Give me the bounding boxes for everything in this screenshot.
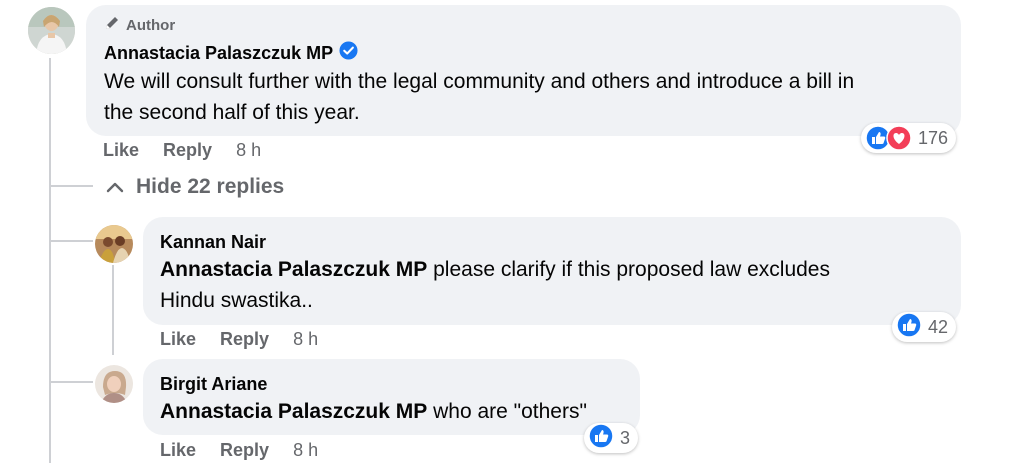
- thread-connector-reply-2: [51, 381, 93, 383]
- love-reaction-icon: [886, 125, 912, 151]
- reply-text-line-1: Annastacia Palaszczuk MP who are "others…: [160, 396, 587, 427]
- reply-text: please clarify if this proposed law excl…: [427, 258, 830, 281]
- reply-button[interactable]: Reply: [163, 140, 212, 161]
- like-button[interactable]: Like: [160, 440, 196, 461]
- thread-connector-reply-1: [51, 240, 93, 242]
- reply-button[interactable]: Reply: [220, 440, 269, 461]
- reply-button[interactable]: Reply: [220, 329, 269, 350]
- like-reaction-icon: [896, 311, 922, 343]
- author-badge: Author: [104, 15, 175, 35]
- hide-replies-label: Hide 22 replies: [136, 175, 285, 198]
- reaction-count: 42: [928, 316, 949, 337]
- chevron-up-icon: [106, 175, 124, 199]
- reaction-summary[interactable]: 176: [861, 123, 957, 153]
- comment-text-line-2: the second half of this year.: [104, 101, 360, 124]
- hide-replies-button[interactable]: Hide 22 replies: [106, 175, 284, 199]
- comment-text-line-1: We will consult further with the legal c…: [104, 70, 855, 93]
- reply-text-line-1: Annastacia Palaszczuk MP please clarify …: [160, 254, 830, 285]
- reply-author-name[interactable]: Kannan Nair: [160, 231, 266, 253]
- mention-link[interactable]: Annastacia Palaszczuk MP: [160, 400, 427, 423]
- reply-bubble: Birgit Ariane Annastacia Palaszczuk MP w…: [143, 359, 640, 435]
- reply-bubble: Kannan Nair Annastacia Palaszczuk MP ple…: [143, 217, 961, 325]
- reply-avatar-birgit[interactable]: [95, 365, 133, 403]
- like-reaction-icon: [588, 422, 614, 454]
- thread-line-reply-1: [112, 265, 114, 355]
- comment-author-name[interactable]: Annastacia Palaszczuk MP: [104, 42, 333, 64]
- reply-text: who are "others": [427, 400, 587, 423]
- like-button[interactable]: Like: [103, 140, 139, 161]
- like-button[interactable]: Like: [160, 329, 196, 350]
- thread-line-main: [49, 58, 51, 463]
- thread-connector-toggle: [51, 185, 93, 187]
- pencil-icon: [104, 15, 120, 35]
- reaction-count: 3: [620, 427, 631, 448]
- reply-actions: Like Reply 8 h: [160, 329, 318, 350]
- author-comment-bubble: Author Annastacia Palaszczuk MP We will …: [86, 5, 961, 136]
- comment-timestamp[interactable]: 8 h: [236, 140, 261, 161]
- reply-avatar-kannan[interactable]: [95, 225, 133, 263]
- verified-badge-icon: [339, 41, 358, 65]
- reply-text-line-2: Hindu swastika..: [160, 289, 313, 312]
- reply-timestamp[interactable]: 8 h: [293, 440, 318, 461]
- reply-timestamp[interactable]: 8 h: [293, 329, 318, 350]
- reply-author-name[interactable]: Birgit Ariane: [160, 373, 267, 395]
- reaction-count: 176: [918, 127, 949, 148]
- mention-link[interactable]: Annastacia Palaszczuk MP: [160, 258, 427, 281]
- author-badge-label: Author: [126, 16, 176, 34]
- reply-actions: Like Reply 8 h: [160, 440, 318, 461]
- reaction-summary[interactable]: 3: [584, 422, 639, 454]
- reaction-summary[interactable]: 42: [892, 311, 957, 343]
- comment-actions: Like Reply 8 h: [103, 140, 261, 161]
- author-avatar[interactable]: [28, 7, 75, 54]
